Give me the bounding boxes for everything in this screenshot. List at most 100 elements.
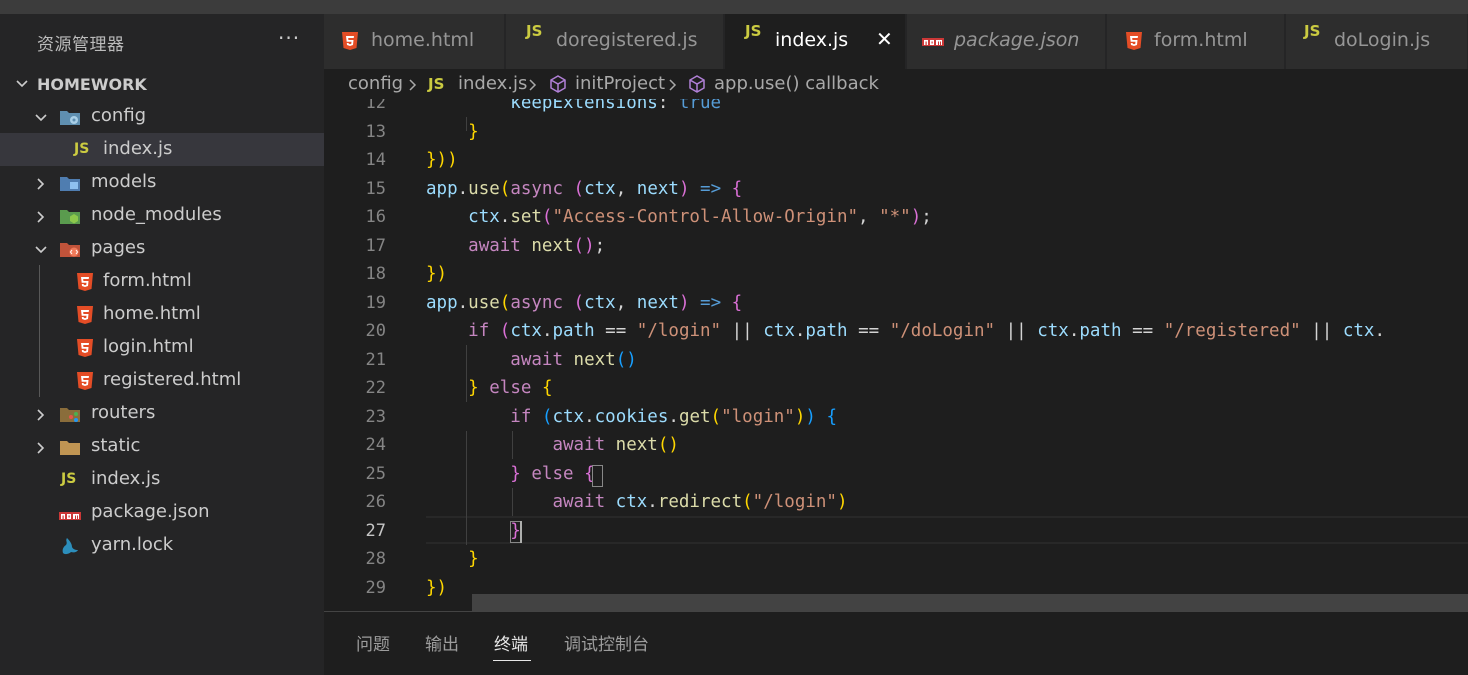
tab-package-json[interactable]: package.json bbox=[907, 14, 1106, 69]
tree-folder-pages[interactable]: pages bbox=[0, 232, 324, 265]
npm-file-icon bbox=[922, 38, 944, 46]
chevron-down-icon bbox=[16, 80, 28, 88]
code-line: })) bbox=[426, 150, 458, 170]
tab-label: doLogin.js bbox=[1334, 29, 1431, 51]
html5-file-icon bbox=[77, 372, 93, 390]
breadcrumb-symbol-initproject[interactable]: initProject bbox=[575, 73, 665, 94]
chevron-right-icon bbox=[37, 178, 45, 190]
horizontal-scrollbar[interactable] bbox=[472, 594, 1468, 611]
tree-label: index.js bbox=[103, 138, 173, 159]
routers-folder-icon bbox=[60, 408, 80, 422]
code-line: if (ctx.cookies.get("login")) { bbox=[510, 407, 838, 427]
close-tab-button[interactable]: ✕ bbox=[876, 27, 893, 51]
js-file-icon: JS bbox=[74, 141, 90, 157]
line-number: 15 bbox=[365, 179, 386, 199]
tab-label: home.html bbox=[371, 29, 475, 51]
panel-tab-output[interactable]: 输出 bbox=[425, 630, 459, 655]
folder-icon bbox=[60, 441, 80, 455]
tree-folder-models[interactable]: models bbox=[0, 166, 324, 199]
line-number: 29 bbox=[365, 578, 386, 598]
tab-index-js[interactable]: JS index.js ✕ bbox=[725, 14, 906, 69]
panel-tab-problems[interactable]: 问题 bbox=[356, 630, 390, 655]
code-line: ctx.set("Access-Control-Allow-Origin", "… bbox=[468, 207, 932, 227]
cube-symbol-icon bbox=[550, 75, 566, 93]
tab-label: index.js bbox=[775, 29, 849, 51]
code-line: await next() bbox=[510, 350, 637, 370]
html5-file-icon bbox=[1126, 32, 1142, 50]
line-number: 22 bbox=[365, 378, 386, 398]
code-line: } bbox=[468, 549, 479, 569]
explorer-header: 资源管理器 ··· bbox=[0, 14, 324, 69]
tree-label: config bbox=[91, 105, 147, 126]
tree-file-index-js[interactable]: JS index.js bbox=[0, 463, 324, 496]
chevron-right-icon bbox=[37, 409, 45, 421]
bottom-panel: 问题 输出 终端 调试控制台 bbox=[324, 611, 1468, 675]
code-line: await next(); bbox=[468, 236, 606, 256]
chevron-down-icon bbox=[35, 246, 47, 254]
tree-file-home-html[interactable]: home.html bbox=[0, 298, 324, 331]
line-number: 13 bbox=[365, 122, 386, 142]
tree-folder-node-modules[interactable]: node_modules bbox=[0, 199, 324, 232]
line-number: 24 bbox=[365, 435, 386, 455]
code-editor[interactable]: 12 13 14 15 16 17 18 19 20 21 22 23 24 2… bbox=[324, 99, 1468, 611]
breadcrumb-file[interactable]: index.js bbox=[458, 73, 527, 94]
chevron-right-icon bbox=[37, 442, 45, 454]
line-number: 14 bbox=[365, 150, 386, 170]
html5-file-icon bbox=[342, 32, 358, 50]
active-tab-indicator bbox=[493, 660, 531, 661]
explorer-title: 资源管理器 bbox=[37, 35, 125, 55]
text-cursor bbox=[520, 521, 522, 543]
breadcrumb-folder[interactable]: config bbox=[348, 73, 403, 94]
tree-file-config-index-js[interactable]: JS index.js bbox=[0, 133, 324, 166]
tree-label: node_modules bbox=[91, 204, 222, 225]
html5-file-icon bbox=[77, 306, 93, 324]
code-line: } else { bbox=[510, 464, 595, 484]
code-line: await next() bbox=[552, 435, 679, 455]
code-line: } bbox=[468, 122, 479, 142]
tab-doregistered-js[interactable]: JS doregistered.js bbox=[506, 14, 724, 69]
tree-label: registered.html bbox=[103, 369, 242, 390]
line-number: 27 bbox=[365, 521, 386, 541]
title-bar bbox=[0, 0, 1468, 14]
panel-tab-debug-console[interactable]: 调试控制台 bbox=[564, 630, 649, 655]
code-line: app.use(async (ctx, next) => { bbox=[426, 293, 743, 313]
code-line: app.use(async (ctx, next) => { bbox=[426, 179, 743, 199]
tree-label: home.html bbox=[103, 303, 201, 324]
line-number: 16 bbox=[365, 207, 386, 227]
line-number: 18 bbox=[365, 264, 386, 284]
tree-folder-static[interactable]: static bbox=[0, 430, 324, 463]
line-number: 21 bbox=[365, 350, 386, 370]
explorer-sidebar: 资源管理器 ··· HOMEWORK config JS index.js mo… bbox=[0, 14, 324, 675]
chevron-right-icon bbox=[669, 79, 677, 91]
tree-file-yarn-lock[interactable]: yarn.lock bbox=[0, 529, 324, 562]
code-line: }) bbox=[426, 578, 448, 598]
chevron-right-icon bbox=[409, 79, 417, 91]
tree-file-login-html[interactable]: login.html bbox=[0, 331, 324, 364]
tab-form-html[interactable]: form.html bbox=[1107, 14, 1285, 69]
yarn-file-icon bbox=[62, 538, 78, 555]
tree-label: yarn.lock bbox=[91, 534, 174, 555]
tree-label: models bbox=[91, 171, 157, 192]
tree-file-package-json[interactable]: package.json bbox=[0, 496, 324, 529]
cube-symbol-icon bbox=[689, 75, 705, 93]
tab-home-html[interactable]: home.html bbox=[324, 14, 505, 69]
tree-file-registered-html[interactable]: registered.html bbox=[0, 364, 324, 397]
line-number: 20 bbox=[365, 321, 386, 341]
breadcrumb-symbol-callback[interactable]: app.use() callback bbox=[714, 73, 879, 94]
panel-tab-terminal[interactable]: 终端 bbox=[494, 630, 528, 655]
js-file-icon: JS bbox=[61, 471, 77, 487]
code-line: } else { bbox=[468, 378, 553, 398]
tree-folder-routers[interactable]: routers bbox=[0, 397, 324, 430]
tree-file-form-html[interactable]: form.html bbox=[0, 265, 324, 298]
more-actions-button[interactable]: ··· bbox=[278, 26, 300, 50]
line-number: 23 bbox=[365, 407, 386, 427]
tree-folder-config[interactable]: config bbox=[0, 100, 324, 133]
tab-dologin-js[interactable]: JS doLogin.js bbox=[1286, 14, 1468, 69]
workspace-folder[interactable]: HOMEWORK bbox=[0, 69, 324, 99]
tab-label: form.html bbox=[1154, 29, 1248, 51]
tree-label: package.json bbox=[91, 501, 210, 522]
editor-tab-bar: home.html JS doregistered.js JS index.js… bbox=[324, 14, 1468, 69]
current-line-highlight bbox=[426, 516, 1468, 544]
chevron-right-icon bbox=[37, 211, 45, 223]
line-number: 17 bbox=[365, 236, 386, 256]
